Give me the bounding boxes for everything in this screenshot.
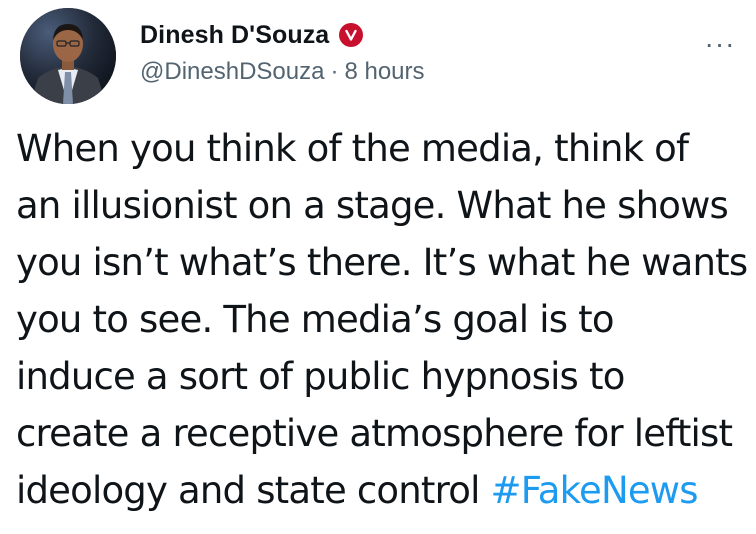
tweet-last-line: ideology and state control #FakeNews	[16, 462, 744, 519]
verified-badge-icon	[339, 23, 364, 47]
author-display-name[interactable]: Dinesh D'Souza	[140, 21, 329, 50]
meta-row: @DineshDSouza · 8 hours	[140, 54, 425, 90]
tweet-line-text: ideology and state control	[16, 469, 491, 512]
avatar[interactable]	[20, 8, 116, 104]
tweet-card: Dinesh D'Souza @DineshDSouza · 8 hours ·…	[0, 0, 756, 534]
tweet-line: you isn’t what’s there. It’s what he wan…	[16, 241, 748, 284]
tweet-line: When you think of the media, think of	[16, 127, 689, 170]
tweet-line: you to see. The media’s goal is to	[16, 298, 615, 341]
tweet-line: an illusionist on a stage. What he shows	[16, 184, 729, 227]
tweet-line: create a receptive atmosphere for leftis…	[16, 412, 733, 455]
avatar-image	[20, 8, 116, 104]
post-time[interactable]: 8 hours	[344, 58, 424, 86]
more-options-button[interactable]: ···	[700, 30, 740, 58]
hashtag-link[interactable]: #FakeNews	[491, 469, 699, 512]
more-icon: ···	[704, 28, 736, 59]
author-handle[interactable]: @DineshDSouza	[140, 58, 324, 86]
tweet-text: When you think of the media, think of an…	[16, 120, 748, 519]
meta-separator: ·	[330, 58, 339, 85]
tweet-line: induce a sort of public hypnosis to	[16, 355, 625, 398]
checkmark-v-icon	[345, 29, 358, 41]
author-block: Dinesh D'Souza @DineshDSouza · 8 hours	[140, 16, 425, 90]
name-row: Dinesh D'Souza	[140, 16, 425, 54]
